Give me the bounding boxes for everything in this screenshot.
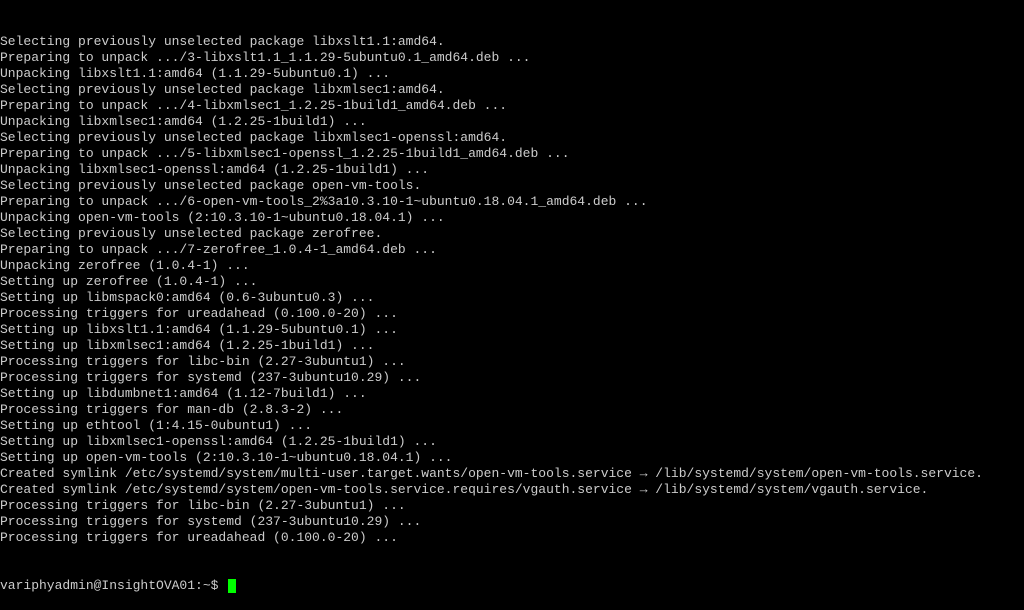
terminal-line: Preparing to unpack .../4-libxmlsec1_1.2… bbox=[0, 98, 1024, 114]
terminal-line: Preparing to unpack .../6-open-vm-tools_… bbox=[0, 194, 1024, 210]
terminal-line: Processing triggers for libc-bin (2.27-3… bbox=[0, 498, 1024, 514]
terminal-line: Preparing to unpack .../7-zerofree_1.0.4… bbox=[0, 242, 1024, 258]
terminal-lines: Selecting previously unselected package … bbox=[0, 34, 1024, 546]
terminal-line: Processing triggers for libc-bin (2.27-3… bbox=[0, 354, 1024, 370]
terminal-line: Setting up libdumbnet1:amd64 (1.12-7buil… bbox=[0, 386, 1024, 402]
terminal-line: Selecting previously unselected package … bbox=[0, 226, 1024, 242]
terminal-line: Processing triggers for systemd (237-3ub… bbox=[0, 514, 1024, 530]
terminal-line: Setting up libxslt1.1:amd64 (1.1.29-5ubu… bbox=[0, 322, 1024, 338]
terminal-line: Setting up zerofree (1.0.4-1) ... bbox=[0, 274, 1024, 290]
terminal-line: Unpacking open-vm-tools (2:10.3.10-1~ubu… bbox=[0, 210, 1024, 226]
terminal-line: Setting up libxmlsec1-openssl:amd64 (1.2… bbox=[0, 434, 1024, 450]
terminal-line: Processing triggers for man-db (2.8.3-2)… bbox=[0, 402, 1024, 418]
terminal-line: Selecting previously unselected package … bbox=[0, 82, 1024, 98]
terminal-line: Processing triggers for systemd (237-3ub… bbox=[0, 370, 1024, 386]
terminal-line: Created symlink /etc/systemd/system/open… bbox=[0, 482, 1024, 498]
terminal-line: Setting up libxmlsec1:amd64 (1.2.25-1bui… bbox=[0, 338, 1024, 354]
terminal-line: Unpacking libxmlsec1:amd64 (1.2.25-1buil… bbox=[0, 114, 1024, 130]
terminal-line: Selecting previously unselected package … bbox=[0, 34, 1024, 50]
terminal-line: Selecting previously unselected package … bbox=[0, 130, 1024, 146]
terminal-line: Unpacking libxmlsec1-openssl:amd64 (1.2.… bbox=[0, 162, 1024, 178]
terminal-line: Preparing to unpack .../3-libxslt1.1_1.1… bbox=[0, 50, 1024, 66]
terminal-line: Setting up open-vm-tools (2:10.3.10-1~ub… bbox=[0, 450, 1024, 466]
terminal-line: Unpacking libxslt1.1:amd64 (1.1.29-5ubun… bbox=[0, 66, 1024, 82]
cursor-icon bbox=[228, 579, 236, 593]
terminal-line: Processing triggers for ureadahead (0.10… bbox=[0, 306, 1024, 322]
terminal-line: Created symlink /etc/systemd/system/mult… bbox=[0, 466, 1024, 482]
terminal-prompt-line[interactable]: variphyadmin@InsightOVA01:~$ bbox=[0, 578, 1024, 594]
terminal-line: Setting up ethtool (1:4.15-0ubuntu1) ... bbox=[0, 418, 1024, 434]
terminal-line: Processing triggers for ureadahead (0.10… bbox=[0, 530, 1024, 546]
terminal-line: Preparing to unpack .../5-libxmlsec1-ope… bbox=[0, 146, 1024, 162]
terminal-line: Setting up libmspack0:amd64 (0.6-3ubuntu… bbox=[0, 290, 1024, 306]
shell-prompt: variphyadmin@InsightOVA01:~$ bbox=[0, 578, 226, 593]
terminal-line: Selecting previously unselected package … bbox=[0, 178, 1024, 194]
terminal-line: Unpacking zerofree (1.0.4-1) ... bbox=[0, 258, 1024, 274]
terminal-output: Selecting previously unselected package … bbox=[0, 2, 1024, 610]
